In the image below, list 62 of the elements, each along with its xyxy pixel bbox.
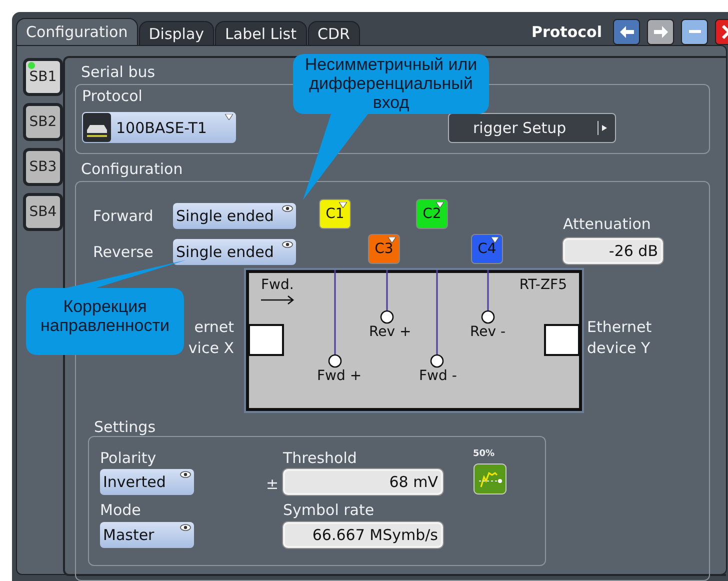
pin-label: Fwd - xyxy=(419,368,457,384)
bus-tab[interactable]: SB3 xyxy=(23,148,63,186)
channel-button[interactable]: C4 xyxy=(471,234,503,264)
device-label: Ethernet device Y xyxy=(587,317,652,359)
polarity-dropdown[interactable]: Inverted xyxy=(100,469,194,495)
field-label: Symbol rate xyxy=(283,501,374,519)
eye-icon xyxy=(282,241,293,248)
threshold-field[interactable]: 68 mV xyxy=(283,469,443,495)
input-type-dropdown[interactable]: Single ended xyxy=(173,239,296,265)
attenuation-field[interactable]: -26 dB xyxy=(563,238,663,264)
window-title: Protocol xyxy=(531,22,602,40)
field-label: Attenuation xyxy=(563,215,651,233)
tab[interactable]: Display xyxy=(138,21,214,45)
protocol-dropdown[interactable]: 100BASE-T1 xyxy=(82,112,236,143)
trigger-setup-button[interactable]: rigger Setup xyxy=(448,112,616,142)
field-label: Protocol xyxy=(82,87,142,105)
back-button[interactable] xyxy=(613,18,640,44)
section-title: Configuration xyxy=(81,160,183,178)
device-label: ernet vice X xyxy=(188,317,234,359)
pin-label: Fwd + xyxy=(317,368,362,384)
pin-label: Rev - xyxy=(470,324,506,340)
tab[interactable]: Label List xyxy=(215,21,306,45)
field-label: Forward xyxy=(93,207,154,225)
field-label: Reverse xyxy=(93,243,154,261)
eye-icon xyxy=(282,205,293,212)
dropdown-arrow-icon xyxy=(388,237,396,243)
bus-tab[interactable]: SB4 xyxy=(23,193,63,231)
input-type-dropdown[interactable]: Single ended xyxy=(173,203,296,229)
dropdown-arrow-icon xyxy=(491,237,499,243)
field-label: Polarity xyxy=(100,449,156,469)
pin-label: Rev + xyxy=(369,324,412,340)
bus-tab[interactable]: SB2 xyxy=(23,103,63,141)
field-label: Threshold xyxy=(283,449,357,469)
section-title: Serial bus xyxy=(81,63,156,81)
section-title: Settings xyxy=(94,418,156,436)
channel-button[interactable]: C2 xyxy=(416,199,448,229)
probe-label: RT-ZF5 xyxy=(519,277,567,293)
auto-level-label: 50% xyxy=(473,449,495,459)
channel-button[interactable]: C1 xyxy=(319,199,351,229)
dropdown-arrow-icon xyxy=(436,202,444,208)
tab[interactable]: Configuration xyxy=(16,18,138,45)
dropdown-arrow-icon xyxy=(339,202,347,208)
direction-label: Fwd. xyxy=(261,277,294,293)
field-label: Mode xyxy=(100,501,141,519)
eye-icon xyxy=(180,471,191,478)
eye-icon xyxy=(180,524,191,531)
play-arrow-icon xyxy=(597,120,609,134)
mode-dropdown[interactable]: Master xyxy=(100,522,194,548)
arrow-icon xyxy=(261,295,295,305)
dropdown-arrow-icon xyxy=(225,114,233,120)
callout-text: Несимметричный или дифференциальный вход xyxy=(304,55,478,112)
forward-arrow-icon xyxy=(654,26,668,38)
symbol-rate-field[interactable]: 66.667 MSymb/s xyxy=(283,522,443,548)
back-arrow-icon xyxy=(620,26,634,38)
plus-minus-sign: ± xyxy=(266,475,280,493)
callout-text: Коррекция направленности xyxy=(40,297,170,335)
minimize-button[interactable] xyxy=(681,18,708,44)
bus-tab[interactable]: SB1 xyxy=(23,58,63,96)
minimize-icon xyxy=(688,30,700,33)
auto-level-button[interactable] xyxy=(473,463,507,495)
tab[interactable]: CDR xyxy=(308,21,360,45)
channel-button[interactable]: C3 xyxy=(368,234,400,264)
